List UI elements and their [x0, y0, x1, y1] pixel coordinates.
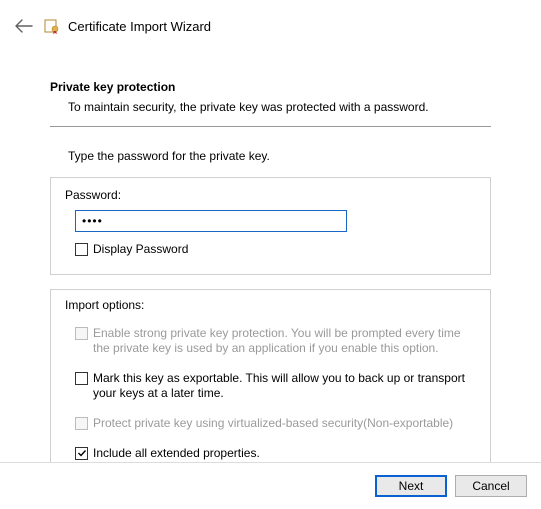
next-button[interactable]: Next	[375, 475, 447, 497]
display-password-checkbox[interactable]	[75, 243, 88, 256]
import-options-label: Import options:	[65, 298, 476, 312]
mark-exportable-checkbox[interactable]	[75, 372, 88, 385]
wizard-footer: Next Cancel	[0, 462, 541, 509]
instruction-text: Type the password for the private key.	[68, 149, 491, 163]
display-password-label: Display Password	[93, 242, 188, 258]
password-group: Password: Display Password	[50, 177, 491, 275]
protect-vbs-label: Protect private key using virtualized-ba…	[93, 416, 453, 432]
wizard-header: Certificate Import Wizard	[0, 0, 541, 46]
back-arrow-icon[interactable]	[14, 16, 34, 36]
section-description: To maintain security, the private key wa…	[68, 100, 491, 114]
include-extended-checkbox[interactable]	[75, 447, 88, 460]
cancel-button[interactable]: Cancel	[455, 475, 527, 497]
protect-vbs-checkbox	[75, 417, 88, 430]
enable-strong-protection-label: Enable strong private key protection. Yo…	[93, 326, 476, 357]
certificate-icon	[44, 18, 60, 34]
section-title: Private key protection	[50, 80, 491, 94]
wizard-content: Private key protection To maintain secur…	[0, 46, 541, 480]
include-extended-label: Include all extended properties.	[93, 446, 260, 462]
divider	[50, 126, 491, 127]
import-options-group: Import options: Enable strong private ke…	[50, 289, 491, 481]
password-input[interactable]	[75, 210, 347, 232]
enable-strong-protection-checkbox	[75, 327, 88, 340]
wizard-title: Certificate Import Wizard	[68, 19, 211, 34]
password-label: Password:	[65, 188, 476, 202]
mark-exportable-label: Mark this key as exportable. This will a…	[93, 371, 476, 402]
